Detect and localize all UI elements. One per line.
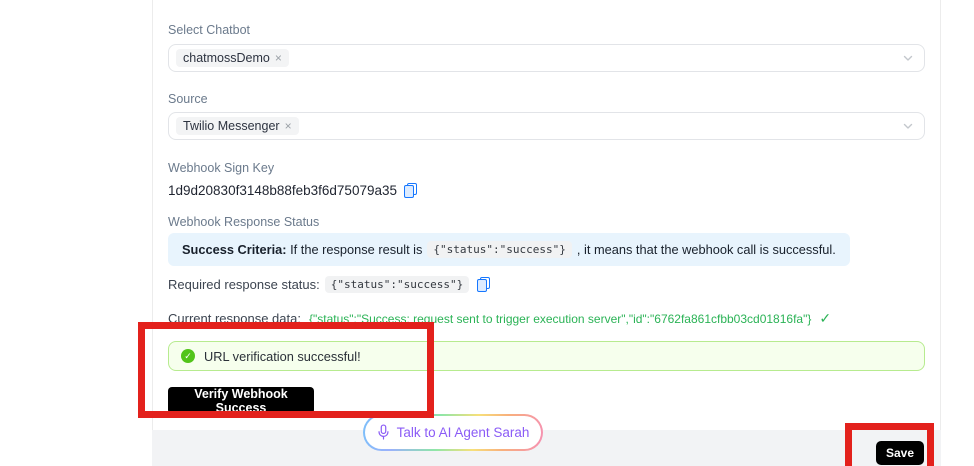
current-response-value: {"status":"Success: request sent to trig… xyxy=(309,312,811,326)
webhook-response-status-label: Webhook Response Status xyxy=(168,215,319,229)
copy-icon[interactable] xyxy=(477,277,490,292)
success-criteria-text-after: , it means that the webhook call is succ… xyxy=(577,242,836,257)
source-input[interactable]: Twilio Messenger × xyxy=(168,112,925,140)
talk-to-agent-label: Talk to AI Agent Sarah xyxy=(397,425,530,440)
current-response-label: Current response data: xyxy=(168,311,301,326)
chatbot-tag: chatmossDemo × xyxy=(176,49,289,67)
success-criteria-code: {"status":"success"} xyxy=(427,241,571,258)
copy-icon[interactable] xyxy=(404,183,417,198)
webhook-settings-screen: Select Chatbot chatmossDemo × Source Twi… xyxy=(0,0,974,466)
required-response-label: Required response status: xyxy=(168,277,320,292)
required-response-row: Required response status: {"status":"suc… xyxy=(168,276,490,293)
chatbot-tag-close-icon[interactable]: × xyxy=(275,52,282,64)
success-criteria-infobox: Success Criteria: If the response result… xyxy=(168,233,850,266)
success-criteria-text-before: If the response result is xyxy=(287,242,423,257)
source-tag-close-icon[interactable]: × xyxy=(285,120,292,132)
source-tag: Twilio Messenger × xyxy=(176,117,299,135)
source-label: Source xyxy=(168,92,208,106)
select-chatbot-label: Select Chatbot xyxy=(168,23,250,37)
url-verification-alert: ✓ URL verification successful! xyxy=(168,341,925,371)
select-chatbot-input[interactable]: chatmossDemo × xyxy=(168,44,925,72)
url-verification-message: URL verification successful! xyxy=(204,349,361,364)
webhook-sign-key-value: 1d9d20830f3148b88feb3f6d75079a35 xyxy=(168,183,397,198)
chevron-down-icon xyxy=(902,120,914,132)
save-button[interactable]: Save xyxy=(876,441,924,465)
chevron-down-icon xyxy=(902,52,914,64)
webhook-sign-key-row: 1d9d20830f3148b88feb3f6d75079a35 xyxy=(168,183,417,198)
required-response-code: {"status":"success"} xyxy=(325,276,469,293)
footer-bar xyxy=(152,430,941,466)
webhook-sign-key-label: Webhook Sign Key xyxy=(168,161,274,175)
current-response-row: Current response data: {"status":"Succes… xyxy=(168,310,831,327)
talk-to-agent-button[interactable]: Talk to AI Agent Sarah xyxy=(363,414,543,451)
talk-to-agent-inner: Talk to AI Agent Sarah xyxy=(365,416,541,449)
success-check-icon: ✓ xyxy=(819,310,831,327)
verify-webhook-button[interactable]: Verify Webhook Success xyxy=(168,387,314,414)
chatbot-tag-label: chatmossDemo xyxy=(183,51,270,65)
check-circle-icon: ✓ xyxy=(181,349,195,363)
success-criteria-bold: Success Criteria: xyxy=(182,242,287,257)
microphone-icon xyxy=(377,424,390,441)
source-tag-label: Twilio Messenger xyxy=(183,119,280,133)
